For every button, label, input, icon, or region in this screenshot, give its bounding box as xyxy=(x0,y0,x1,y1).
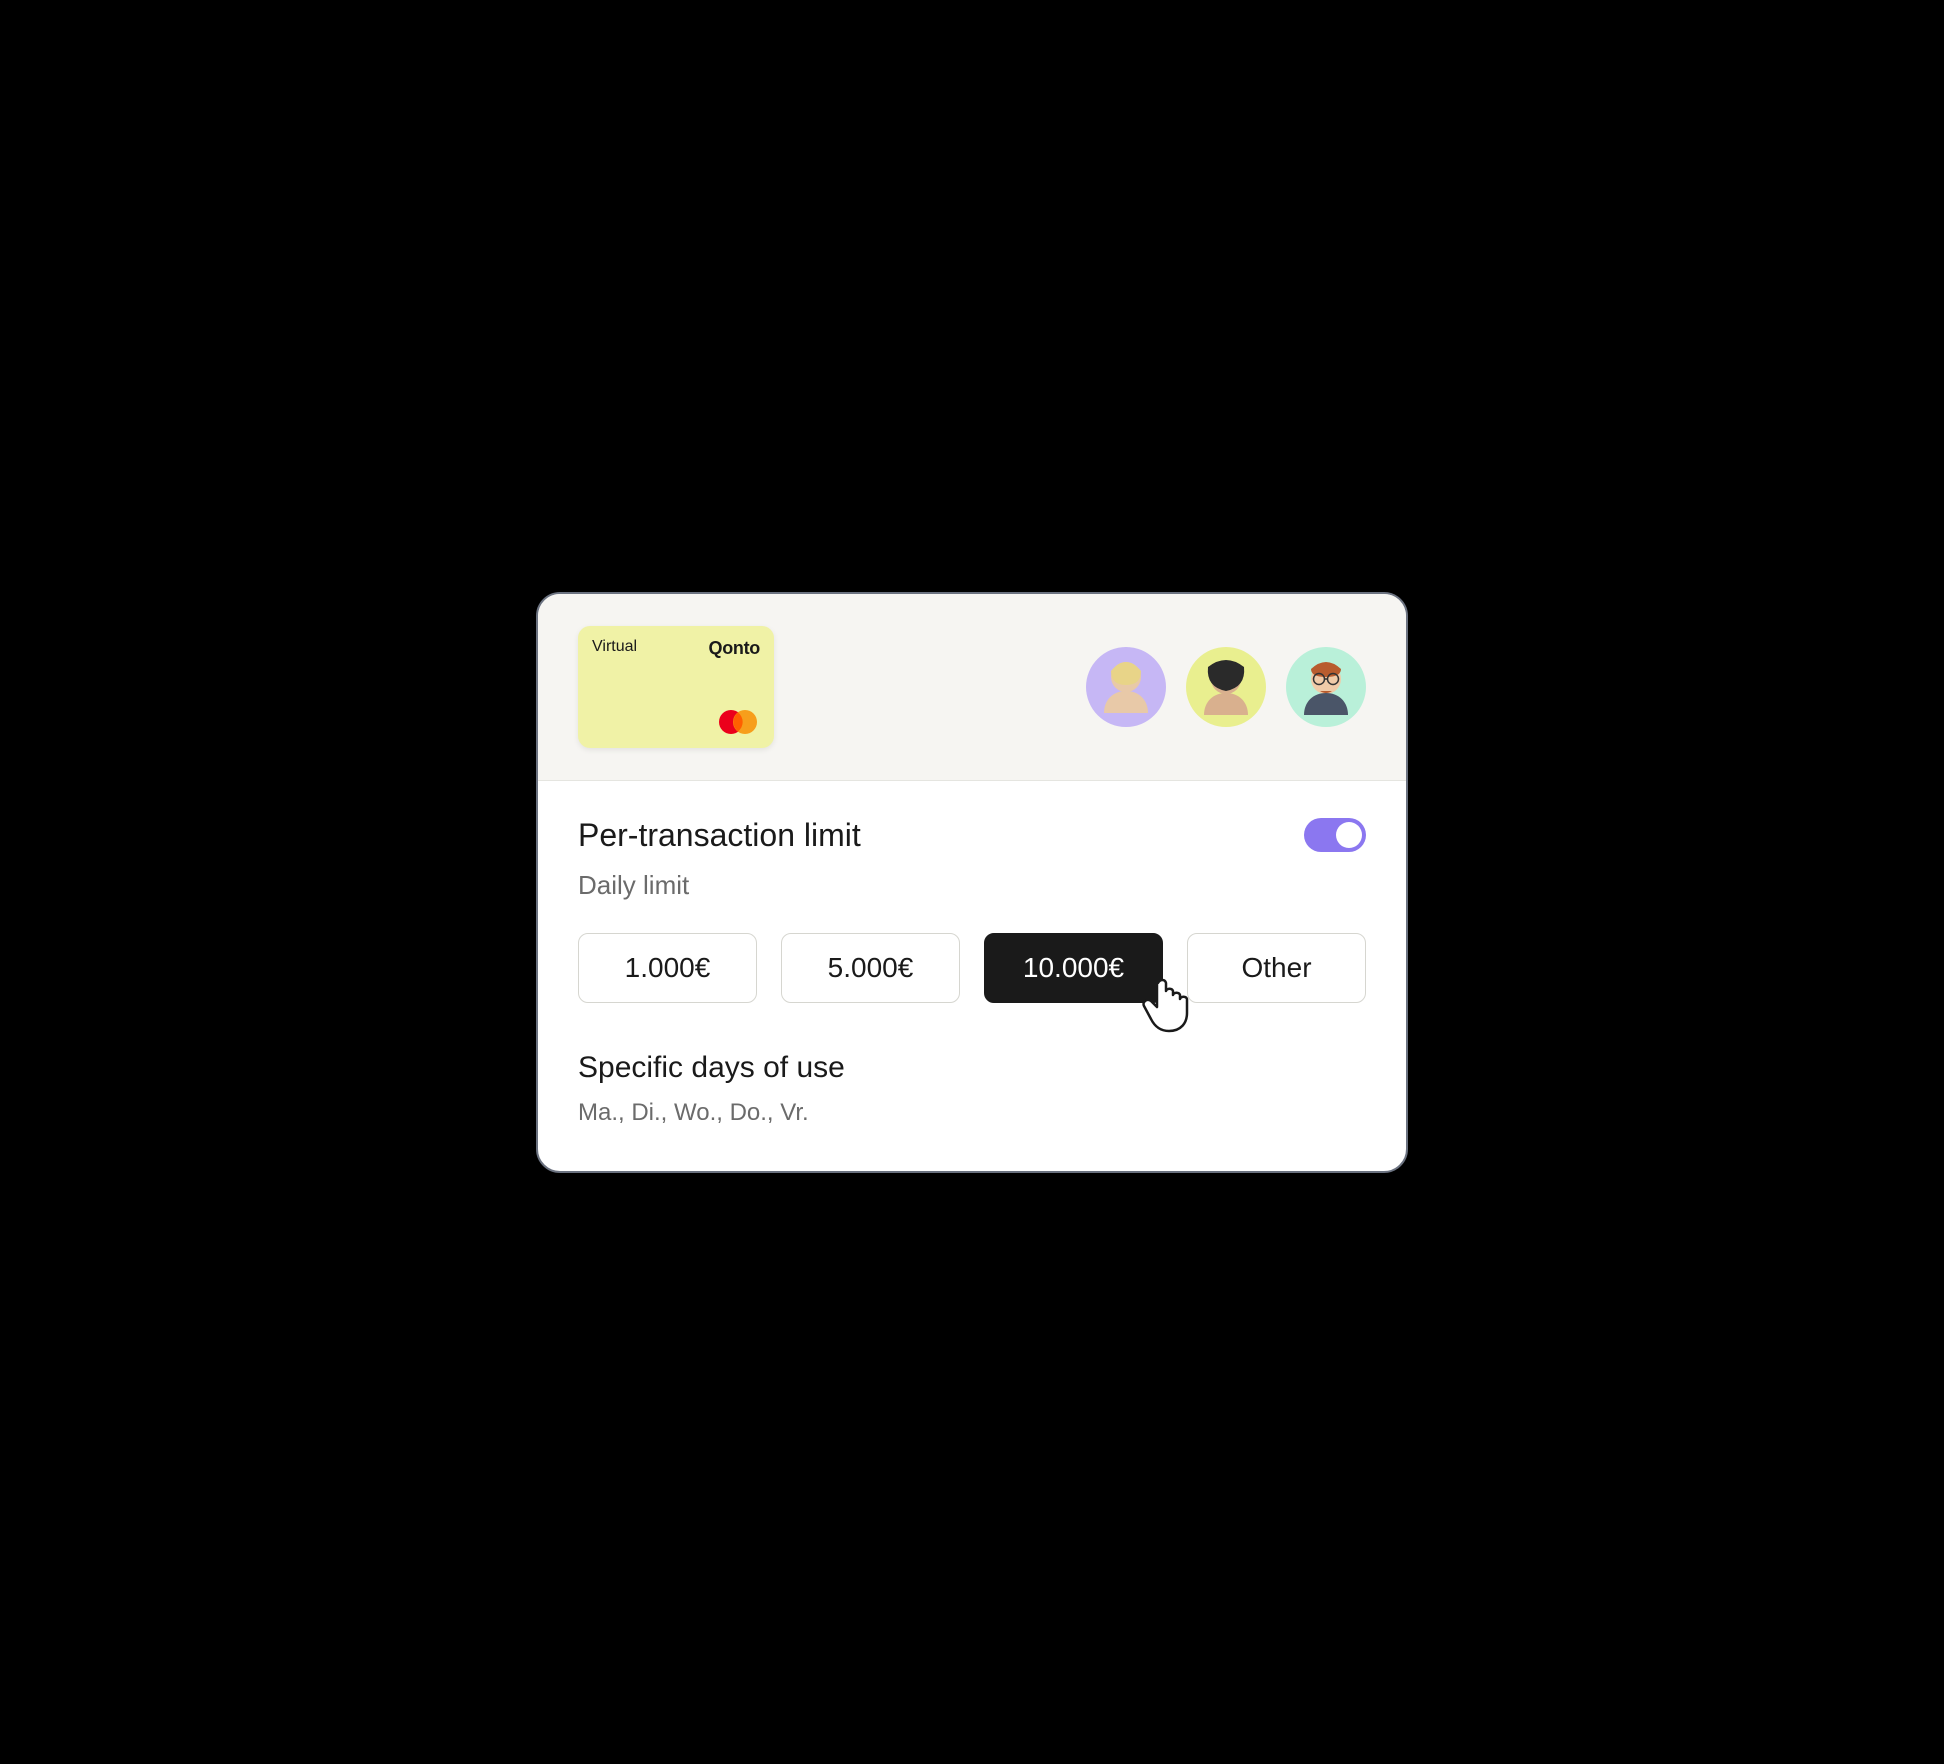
mastercard-icon xyxy=(716,708,760,736)
card-brand-label: Qonto xyxy=(709,638,760,659)
panel-header: Virtual Qonto xyxy=(538,594,1406,781)
limit-option-1000[interactable]: 1.000€ xyxy=(578,933,757,1003)
avatar[interactable] xyxy=(1286,647,1366,727)
toggle-knob xyxy=(1336,822,1362,848)
daily-limit-label: Daily limit xyxy=(578,870,1366,901)
specific-days-value: Ma., Di., Wo., Do., Vr. xyxy=(578,1099,1366,1127)
avatar[interactable] xyxy=(1086,647,1166,727)
card-type-label: Virtual xyxy=(592,638,637,655)
virtual-card[interactable]: Virtual Qonto xyxy=(578,626,774,748)
specific-days-title: Specific days of use xyxy=(578,1051,1366,1085)
team-avatars xyxy=(1086,647,1366,727)
limit-option-5000[interactable]: 5.000€ xyxy=(781,933,960,1003)
per-transaction-row: Per-transaction limit xyxy=(578,817,1366,854)
limit-options: 1.000€ 5.000€ 10.000€ Other xyxy=(578,933,1366,1003)
panel-body: Per-transaction limit Daily limit 1.000€… xyxy=(538,781,1406,1171)
limit-option-10000[interactable]: 10.000€ xyxy=(984,933,1163,1003)
per-transaction-limit-title: Per-transaction limit xyxy=(578,817,861,854)
card-settings-panel: Virtual Qonto Per-transact xyxy=(536,592,1408,1173)
avatar[interactable] xyxy=(1186,647,1266,727)
limit-option-other[interactable]: Other xyxy=(1187,933,1366,1003)
per-transaction-toggle[interactable] xyxy=(1304,818,1366,852)
